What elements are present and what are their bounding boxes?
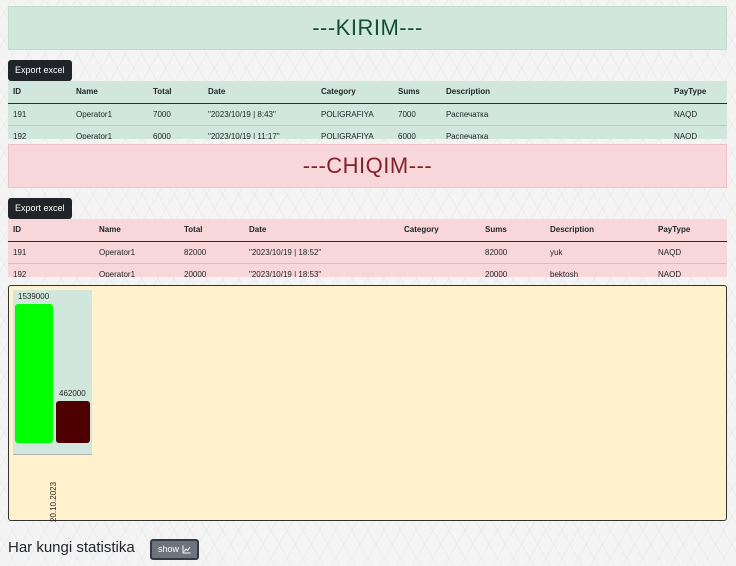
column-header: Category — [399, 219, 480, 242]
column-header: Name — [94, 219, 179, 242]
table-cell: 192 — [8, 263, 94, 277]
column-header: Description — [441, 81, 669, 104]
table-cell: "2023/10/19 | 8:43" — [203, 103, 316, 126]
column-header: Sums — [393, 81, 441, 104]
table-row: 191 Operator1 7000 "2023/10/19 | 8:43" P… — [8, 103, 727, 126]
chart-bar — [15, 304, 53, 443]
show-label: show — [158, 544, 180, 554]
chart-x-axis — [13, 454, 92, 455]
table-cell: POLIGRAFIYA — [316, 125, 393, 139]
table-cell: 7000 — [393, 103, 441, 126]
table-cell: 82000 — [179, 241, 244, 264]
kirim-export-excel-button[interactable]: Export excel — [8, 60, 72, 81]
table-cell: Operator1 — [94, 263, 179, 277]
table-cell: 82000 — [480, 241, 545, 264]
table-cell: yuk — [545, 241, 653, 264]
table-cell: Распечатка — [441, 125, 669, 139]
table-cell: 6000 — [393, 125, 441, 139]
kirim-title: ---KIRIM--- — [312, 15, 423, 40]
column-header: PayType — [653, 219, 727, 242]
column-header: Date — [244, 219, 399, 242]
table-cell: Operator1 — [71, 125, 148, 139]
show-statistics-button[interactable]: show — [150, 539, 200, 560]
chart-data-label: 1539000 — [18, 292, 50, 301]
column-header: Total — [148, 81, 203, 104]
chiqim-title: ---CHIQIM--- — [302, 153, 433, 178]
column-header: PayType — [669, 81, 727, 104]
table-cell: Operator1 — [71, 103, 148, 126]
table-cell: 20000 — [179, 263, 244, 277]
table-cell: "2023/10/19 | 18:53" — [244, 263, 399, 277]
daily-statistics-title: Har kungi statistika — [8, 539, 135, 556]
table-cell — [399, 263, 480, 277]
table-row: 192 Operator1 20000 "2023/10/19 | 18:53"… — [8, 263, 727, 277]
table-row: 192 Operator1 6000 "2023/10/19 | 11:17" … — [8, 125, 727, 139]
table-cell: bektosh — [545, 263, 653, 277]
table-cell — [399, 241, 480, 264]
chiqim-table: ID Name Total Date Category Sums Descrip… — [8, 219, 727, 277]
column-header: Total — [179, 219, 244, 242]
kirim-table: ID Name Total Date Category Sums Descrip… — [8, 81, 727, 139]
table-cell: 7000 — [148, 103, 203, 126]
table-cell: POLIGRAFIYA — [316, 103, 393, 126]
table-cell: NAQD — [669, 125, 727, 139]
chart-data-label: 462000 — [59, 389, 86, 398]
table-row: 191 Operator1 82000 "2023/10/19 | 18:52"… — [8, 241, 727, 264]
column-header: Sums — [480, 219, 545, 242]
chart-x-tick-label: 20.10.2023 — [49, 481, 58, 522]
column-header: Date — [203, 81, 316, 104]
table-cell: "2023/10/19 | 11:17" — [203, 125, 316, 139]
table-cell: "2023/10/19 | 18:52" — [244, 241, 399, 264]
chart-icon — [182, 545, 191, 554]
column-header: Name — [71, 81, 148, 104]
table-cell: 191 — [8, 103, 71, 126]
daily-chart: 1539000 462000 20.10.2023 — [8, 285, 727, 522]
chiqim-table-header-row: ID Name Total Date Category Sums Descrip… — [8, 219, 727, 242]
column-header: Category — [316, 81, 393, 104]
chiqim-banner: ---CHIQIM--- — [8, 144, 727, 188]
table-cell: 6000 — [148, 125, 203, 139]
table-cell: NAQD — [653, 263, 727, 277]
kirim-table-header-row: ID Name Total Date Category Sums Descrip… — [8, 81, 727, 104]
column-header: ID — [8, 81, 71, 104]
chiqim-export-excel-button[interactable]: Export excel — [8, 198, 72, 219]
table-cell: 191 — [8, 241, 94, 264]
table-cell: NAQD — [653, 241, 727, 264]
column-header: ID — [8, 219, 94, 242]
table-cell: NAQD — [669, 103, 727, 126]
table-cell: Распечатка — [441, 103, 669, 126]
kirim-banner: ---KIRIM--- — [8, 6, 727, 50]
column-header: Description — [545, 219, 653, 242]
table-cell: Operator1 — [94, 241, 179, 264]
chart-bar — [56, 401, 90, 443]
table-cell: 192 — [8, 125, 71, 139]
table-cell: 20000 — [480, 263, 545, 277]
